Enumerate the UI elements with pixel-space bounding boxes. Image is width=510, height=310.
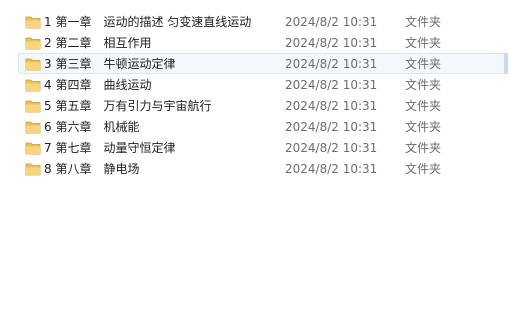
folder-row[interactable]: 8 第八章 静电场 2024/8/2 10:31 文件夹 [18, 158, 508, 179]
folder-icon [25, 36, 41, 50]
folder-row[interactable]: 3 第三章 牛顿运动定律 2024/8/2 10:31 文件夹 [18, 53, 508, 74]
item-type: 文件夹 [405, 141, 442, 155]
folder-name: 8 第八章 静电场 [44, 162, 140, 176]
folder-icon [25, 141, 41, 155]
modified-date: 2024/8/2 10:31 [285, 120, 378, 134]
modified-date: 2024/8/2 10:31 [285, 141, 378, 155]
folder-name: 5 第五章 万有引力与宇宙航行 [44, 99, 212, 113]
item-type: 文件夹 [405, 15, 442, 29]
modified-date: 2024/8/2 10:31 [285, 162, 378, 176]
item-type: 文件夹 [405, 78, 442, 92]
folder-row[interactable]: 2 第二章 相互作用 2024/8/2 10:31 文件夹 [18, 32, 508, 53]
folder-name: 1 第一章 运动的描述 匀变速直线运动 [44, 15, 252, 29]
folder-row[interactable]: 5 第五章 万有引力与宇宙航行 2024/8/2 10:31 文件夹 [18, 95, 508, 116]
file-list: 1 第一章 运动的描述 匀变速直线运动 2024/8/2 10:31 文件夹 2… [0, 0, 510, 310]
folder-name: 7 第七章 动量守恒定律 [44, 141, 176, 155]
folder-row[interactable]: 1 第一章 运动的描述 匀变速直线运动 2024/8/2 10:31 文件夹 [18, 11, 508, 32]
modified-date: 2024/8/2 10:31 [285, 15, 378, 29]
modified-date: 2024/8/2 10:31 [285, 78, 378, 92]
folder-row[interactable]: 4 第四章 曲线运动 2024/8/2 10:31 文件夹 [18, 74, 508, 95]
item-type: 文件夹 [405, 162, 442, 176]
folder-row[interactable]: 7 第七章 动量守恒定律 2024/8/2 10:31 文件夹 [18, 137, 508, 158]
folder-icon [25, 99, 41, 113]
modified-date: 2024/8/2 10:31 [285, 36, 378, 50]
modified-date: 2024/8/2 10:31 [285, 99, 378, 113]
folder-name: 6 第六章 机械能 [44, 120, 140, 134]
folder-icon [25, 120, 41, 134]
modified-date: 2024/8/2 10:31 [285, 57, 378, 71]
item-type: 文件夹 [405, 57, 442, 71]
folder-icon [25, 57, 41, 71]
folder-icon [25, 162, 41, 176]
item-type: 文件夹 [405, 99, 442, 113]
folder-name: 4 第四章 曲线运动 [44, 78, 152, 92]
folder-row[interactable]: 6 第六章 机械能 2024/8/2 10:31 文件夹 [18, 116, 508, 137]
folder-icon [25, 15, 41, 29]
item-type: 文件夹 [405, 36, 442, 50]
folder-icon [25, 78, 41, 92]
folder-name: 3 第三章 牛顿运动定律 [44, 57, 176, 71]
folder-name: 2 第二章 相互作用 [44, 36, 152, 50]
item-type: 文件夹 [405, 120, 442, 134]
